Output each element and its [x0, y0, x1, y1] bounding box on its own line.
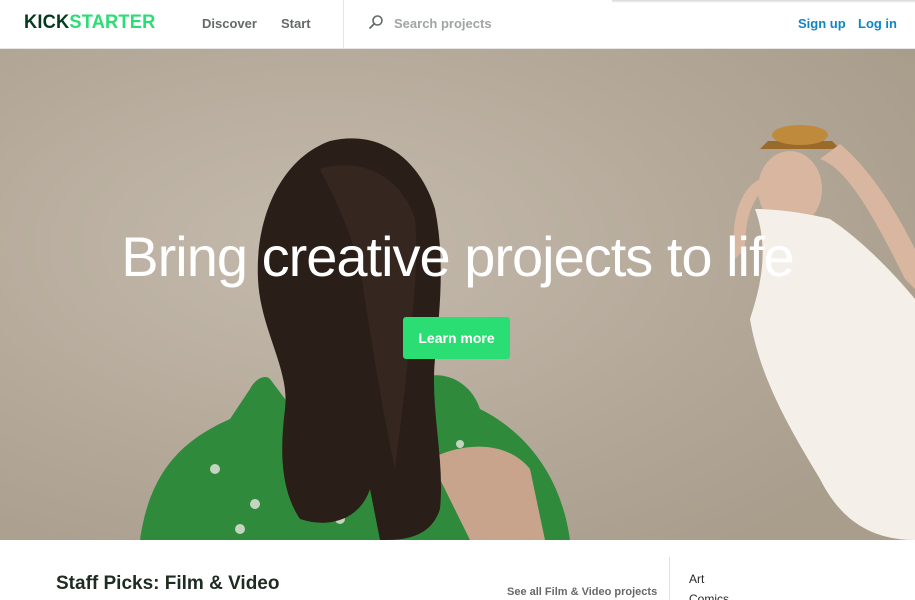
category-list: Art Comics	[689, 569, 729, 600]
header-shadow	[612, 0, 915, 3]
kickstarter-logo[interactable]: KICKSTARTER	[24, 12, 155, 34]
see-all-film-video-link[interactable]: See all Film & Video projects	[507, 585, 657, 599]
nav-discover-link[interactable]: Discover	[202, 16, 257, 32]
logo-starter: STARTER	[69, 12, 156, 33]
search-input[interactable]	[394, 13, 594, 33]
staff-picks-heading: Staff Picks: Film & Video	[56, 573, 280, 594]
top-nav-bar: KICKSTARTER Discover Start Sign up Log i…	[0, 0, 915, 49]
category-item-art[interactable]: Art	[689, 569, 729, 589]
logo-kick: KICK	[24, 12, 70, 33]
nav-start-link[interactable]: Start	[281, 16, 311, 32]
sidebar-divider	[669, 557, 670, 600]
log-in-link[interactable]: Log in	[858, 16, 897, 32]
hero-title: Bring creative projects to life	[121, 225, 794, 288]
category-item-comics[interactable]: Comics	[689, 589, 729, 600]
header-divider	[343, 0, 344, 49]
search-icon[interactable]	[368, 14, 384, 30]
learn-more-button[interactable]: Learn more	[403, 317, 510, 359]
hero-background-image	[0, 49, 915, 540]
sign-up-link[interactable]: Sign up	[798, 16, 846, 32]
hero-banner: Bring creative projects to life Learn mo…	[0, 49, 915, 540]
